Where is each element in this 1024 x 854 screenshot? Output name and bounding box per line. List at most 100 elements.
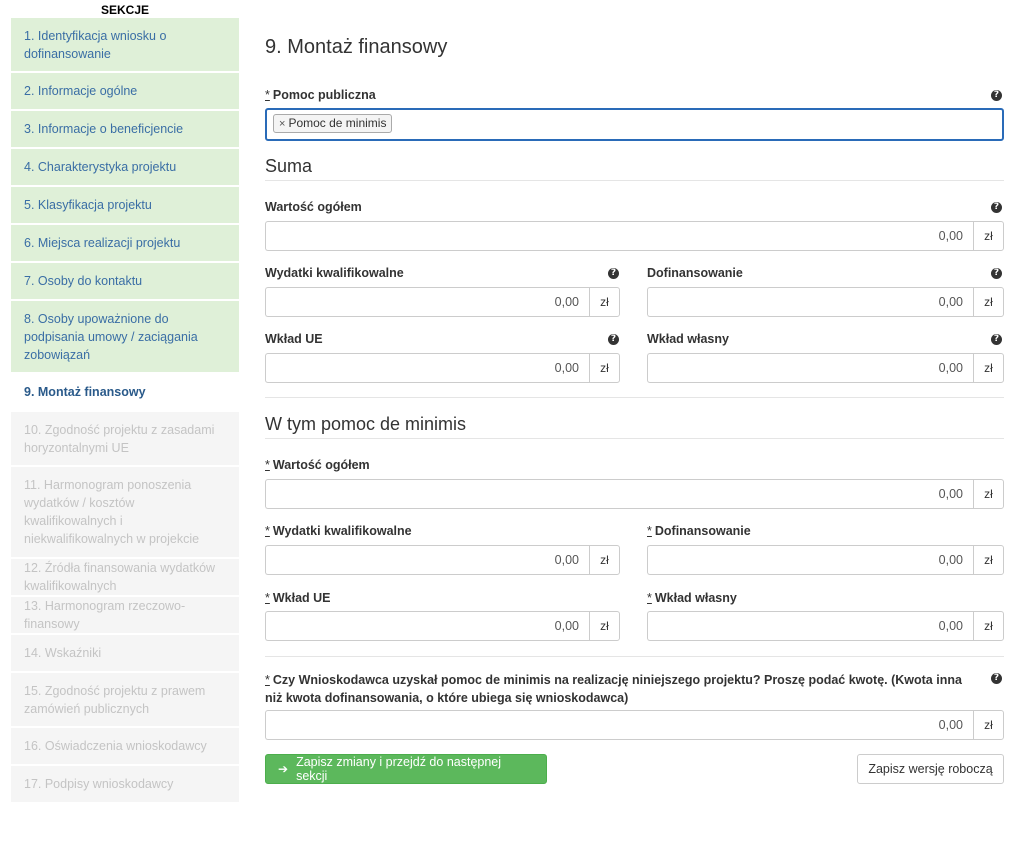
sidebar-item-label: 1. Identyfikacja wniosku o dofinansowani… [24, 28, 167, 61]
pomoc-publiczna-label: * Pomoc publiczna [265, 88, 376, 102]
tag-remove-icon[interactable]: × [279, 118, 285, 130]
help-icon[interactable]: ? [991, 673, 1002, 684]
minimis-wlasny-field[interactable]: 0,00 [647, 611, 973, 641]
minimis-ue-field[interactable]: 0,00 [265, 611, 589, 641]
arrow-right-icon: ➔ [278, 762, 289, 776]
sidebar-item-8[interactable]: 8. Osoby upoważnione do podpisania umowy… [11, 301, 239, 372]
required-mark: * [265, 458, 270, 472]
help-icon[interactable]: ? [991, 90, 1002, 101]
minimis-wydatki-field[interactable]: 0,00 [265, 545, 589, 575]
sidebar-item-17[interactable]: 17. Podpisy wnioskodawcy [11, 766, 239, 802]
currency-addon: zł [973, 545, 1004, 575]
minimis-wartosc-field[interactable]: 0,00 [265, 479, 973, 509]
suma-section-title: Suma [265, 156, 313, 176]
sidebar-item-label: 6. Miejsca realizacji projektu [24, 236, 181, 250]
suma-wydatki-input: 0,00 zł [265, 287, 620, 317]
sidebar-item-16[interactable]: 16. Oświadczenia wnioskodawcy [11, 728, 239, 764]
sidebar-item-label: 16. Oświadczenia wnioskodawcy [24, 739, 207, 753]
sidebar-item-label: 7. Osoby do kontaktu [24, 274, 143, 288]
required-mark: * [265, 591, 270, 605]
suma-ue-input: 0,00 zł [265, 353, 620, 383]
currency-addon: zł [589, 287, 620, 317]
suma-dofin-input: 0,00 zł [647, 287, 1004, 317]
suma-wlasny-input: 0,00 zł [647, 353, 1004, 383]
sidebar-item-label: 11. Harmonogram ponoszenia wydatków / ko… [24, 478, 200, 546]
suma-wartosc-field[interactable]: 0,00 [265, 221, 973, 251]
suma-ue-label: Wkład UE [265, 332, 323, 346]
suma-dofin-label: Dofinansowanie [647, 266, 743, 280]
selected-tag: × Pomoc de minimis [273, 114, 393, 133]
page-title: 9. Montaż finansowy [265, 36, 448, 58]
sidebar-item-label: 17. Podpisy wnioskodawcy [24, 777, 174, 791]
currency-addon: zł [589, 545, 620, 575]
sidebar-item-7[interactable]: 7. Osoby do kontaktu [11, 263, 239, 299]
suma-ue-field[interactable]: 0,00 [265, 353, 589, 383]
sidebar-item-9[interactable]: 9. Montaż finansowy [11, 374, 239, 410]
sidebar-item-1[interactable]: 1. Identyfikacja wniosku o dofinansowani… [11, 18, 239, 71]
sidebar-item-label: 4. Charakterystyka projektu [24, 160, 177, 174]
sidebar-item-label: 5. Klasyfikacja projektu [24, 198, 152, 212]
currency-addon: zł [973, 710, 1004, 740]
minimis-dofin-label: * Dofinansowanie [647, 524, 751, 538]
required-mark: * [647, 591, 652, 605]
suma-wartosc-label: Wartość ogółem [265, 200, 362, 214]
required-mark: * [265, 88, 270, 102]
sidebar-item-14[interactable]: 14. Wskaźniki [11, 635, 239, 671]
save-draft-button[interactable]: Zapisz wersję roboczą [857, 754, 1004, 784]
sidebar-item-6[interactable]: 6. Miejsca realizacji projektu [11, 225, 239, 261]
suma-wlasny-label: Wkład własny [647, 332, 729, 346]
sidebar-item-15[interactable]: 15. Zgodność projektu z prawem zamówień … [11, 673, 239, 726]
currency-addon: zł [973, 221, 1004, 251]
suma-dofin-field[interactable]: 0,00 [647, 287, 973, 317]
sidebar-item-10[interactable]: 10. Zgodność projektu z zasadami horyzon… [11, 412, 239, 465]
currency-addon: zł [973, 479, 1004, 509]
suma-wartosc-input: 0,00 zł [265, 221, 1004, 251]
minimis-wartosc-label: * Wartość ogółem [265, 458, 370, 472]
sidebar-item-11[interactable]: 11. Harmonogram ponoszenia wydatków / ko… [11, 467, 239, 557]
sections-sidebar: SEKCJE 1. Identyfikacja wniosku o dofina… [11, 0, 239, 804]
minimis-ue-label: * Wkład UE [265, 591, 331, 605]
sidebar-item-label: 13. Harmonogram rzeczowo-finansowy [24, 599, 186, 631]
sidebar-item-label: 12. Źródła finansowania wydatków kwalifi… [24, 561, 216, 593]
minimis-wartosc-input: 0,00 zł [265, 479, 1004, 509]
minimis-dofin-field[interactable]: 0,00 [647, 545, 973, 575]
sidebar-item-label: 9. Montaż finansowy [24, 385, 146, 399]
pomoc-publiczna-select[interactable]: × Pomoc de minimis [265, 108, 1004, 141]
minimis-question-input: 0,00 zł [265, 710, 1004, 740]
minimis-wydatki-label: * Wydatki kwalifikowalne [265, 524, 412, 538]
save-next-button[interactable]: ➔ Zapisz zmiany i przejdź do następnej s… [265, 754, 547, 784]
sidebar-item-label: 3. Informacje o beneficjencie [24, 122, 184, 136]
sidebar-item-label: 14. Wskaźniki [24, 646, 102, 660]
minimis-wydatki-input: 0,00 zł [265, 545, 620, 575]
help-icon[interactable]: ? [991, 202, 1002, 213]
minimis-question-label: * Czy Wnioskodawca uzyskał pomoc de minim… [265, 673, 962, 705]
sidebar-item-4[interactable]: 4. Charakterystyka projektu [11, 149, 239, 185]
sidebar-item-5[interactable]: 5. Klasyfikacja projektu [11, 187, 239, 223]
suma-wydatki-field[interactable]: 0,00 [265, 287, 589, 317]
sidebar-item-label: 15. Zgodność projektu z prawem zamówień … [24, 683, 206, 716]
divider [265, 438, 1004, 439]
currency-addon: zł [973, 611, 1004, 641]
divider [265, 180, 1004, 181]
minimis-section-title: W tym pomoc de minimis [265, 414, 467, 434]
required-mark: * [647, 524, 652, 538]
sidebar-item-label: 8. Osoby upoważnione do podpisania umowy… [24, 311, 198, 362]
sidebar-item-3[interactable]: 3. Informacje o beneficjencie [11, 111, 239, 147]
currency-addon: zł [973, 287, 1004, 317]
minimis-question-field[interactable]: 0,00 [265, 710, 973, 740]
currency-addon: zł [589, 611, 620, 641]
currency-addon: zł [973, 353, 1004, 383]
required-mark: * [265, 524, 270, 538]
sidebar-item-13[interactable]: 13. Harmonogram rzeczowo-finansowy [11, 597, 239, 633]
help-icon[interactable]: ? [991, 268, 1002, 279]
sidebar-item-2[interactable]: 2. Informacje ogólne [11, 73, 239, 109]
suma-wlasny-field[interactable]: 0,00 [647, 353, 973, 383]
sidebar-item-12[interactable]: 12. Źródła finansowania wydatków kwalifi… [11, 559, 239, 595]
help-icon[interactable]: ? [608, 268, 619, 279]
required-mark: * [265, 673, 270, 687]
help-icon[interactable]: ? [608, 334, 619, 345]
minimis-wlasny-label: * Wkład własny [647, 591, 737, 605]
sidebar-list: 1. Identyfikacja wniosku o dofinansowani… [11, 18, 239, 802]
sidebar-item-label: 2. Informacje ogólne [24, 84, 138, 98]
help-icon[interactable]: ? [991, 334, 1002, 345]
